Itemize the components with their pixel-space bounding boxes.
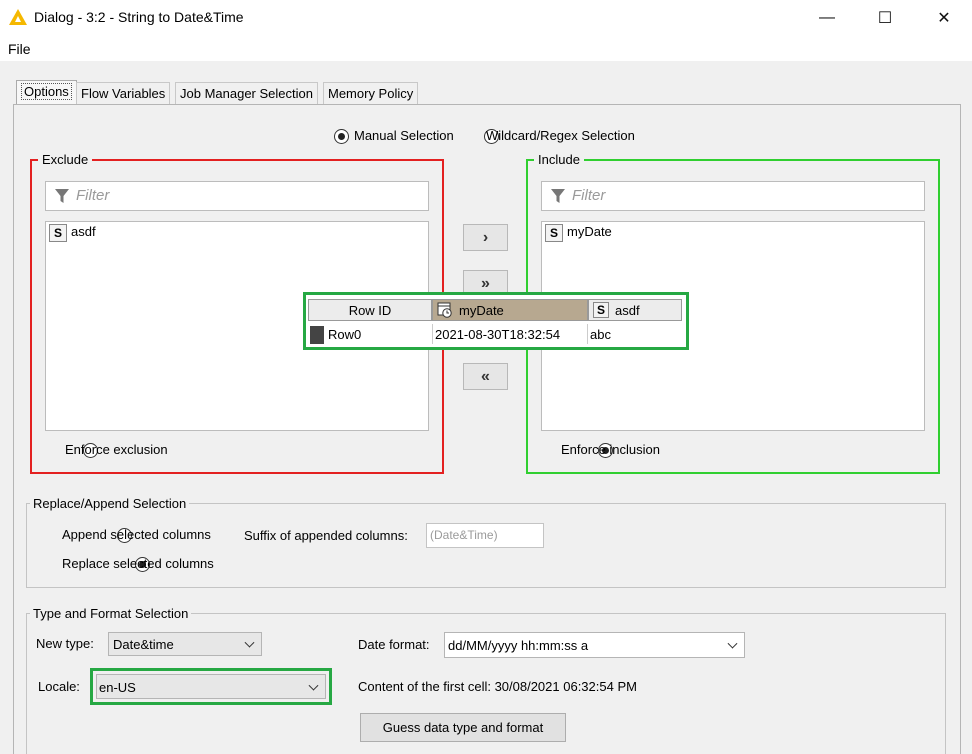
new-type-label: New type: xyxy=(36,636,94,651)
enforce-inclusion-label: Enforce inclusion xyxy=(561,442,660,457)
tab-label: Options xyxy=(21,83,72,100)
tab-memory-policy[interactable]: Memory Policy xyxy=(323,82,419,104)
asdf-cell: abc xyxy=(587,324,611,344)
tab-options[interactable]: Options xyxy=(16,80,77,105)
type-format-title: Type and Format Selection xyxy=(30,606,192,621)
exclude-filter-input[interactable]: Filter xyxy=(45,181,429,211)
chevron-down-icon xyxy=(727,638,738,649)
new-type-select[interactable]: Date&time xyxy=(108,632,262,656)
enforce-exclusion-label: Enforce exclusion xyxy=(65,442,168,457)
manual-selection-radio[interactable] xyxy=(334,129,349,144)
asdf-header: S asdf xyxy=(588,299,682,321)
locale-highlight: en-US xyxy=(90,668,332,705)
exclude-list-item[interactable]: asdf xyxy=(71,224,96,239)
replace-columns-label: Replace selected columns xyxy=(62,556,214,571)
mydate-header-label: myDate xyxy=(459,302,504,318)
date-format-value: dd/MM/yyyy hh:mm:ss a xyxy=(448,638,589,653)
menu-file[interactable]: File xyxy=(8,41,31,57)
add-button[interactable]: › xyxy=(463,224,508,251)
filter-icon xyxy=(551,189,565,203)
suffix-label: Suffix of appended columns: xyxy=(244,528,408,543)
suffix-input[interactable]: (Date&Time) xyxy=(426,523,544,548)
wildcard-selection-label: Wildcard/Regex Selection xyxy=(486,128,635,143)
first-cell-content: Content of the first cell: 30/08/2021 06… xyxy=(358,679,637,694)
mydate-cell: 2021-08-30T18:32:54 xyxy=(432,324,560,344)
exclude-filter-placeholder: Filter xyxy=(76,187,110,204)
datetime-type-icon xyxy=(437,302,452,318)
row-marker xyxy=(310,326,324,344)
exclude-title: Exclude xyxy=(38,152,93,167)
include-title: Include xyxy=(534,152,584,167)
mydate-header: myDate xyxy=(432,299,588,321)
guess-format-button[interactable]: Guess data type and format xyxy=(360,713,566,742)
minimize-button[interactable]: — xyxy=(804,4,850,32)
string-type-icon: S xyxy=(49,224,67,242)
chevron-down-icon xyxy=(244,637,255,648)
filter-icon xyxy=(55,189,69,203)
knime-logo-icon xyxy=(9,9,27,25)
menu-bar xyxy=(0,36,972,61)
chevron-down-icon xyxy=(308,680,319,691)
close-button[interactable]: ✕ xyxy=(921,4,967,32)
date-format-label: Date format: xyxy=(358,637,430,652)
locale-select[interactable]: en-US xyxy=(96,674,326,699)
asdf-header-label: asdf xyxy=(615,302,640,318)
window-title: Dialog - 3:2 - String to Date&Time xyxy=(34,9,244,25)
append-columns-label: Append selected columns xyxy=(62,527,211,542)
include-filter-input[interactable]: Filter xyxy=(541,181,925,211)
row-id-cell: Row0 xyxy=(328,326,362,342)
date-format-select[interactable]: dd/MM/yyyy hh:mm:ss a xyxy=(444,632,745,658)
include-filter-placeholder: Filter xyxy=(572,187,606,204)
string-type-icon: S xyxy=(545,224,563,242)
include-list-item[interactable]: myDate xyxy=(567,224,612,239)
string-type-icon: S xyxy=(593,302,609,318)
maximize-button[interactable]: ☐ xyxy=(862,4,908,32)
locale-label: Locale: xyxy=(38,679,80,694)
tab-flow-variables[interactable]: Flow Variables xyxy=(76,82,171,104)
locale-value: en-US xyxy=(99,680,136,695)
tab-job-manager-selection[interactable]: Job Manager Selection xyxy=(175,82,318,104)
new-type-value: Date&time xyxy=(113,637,174,652)
remove-all-button[interactable]: « xyxy=(463,363,508,390)
replace-append-title: Replace/Append Selection xyxy=(30,496,190,511)
preview-table: Row ID myDate S asdf Row0 2021-08-30T18:… xyxy=(303,292,689,350)
row-id-header: Row ID xyxy=(308,299,432,321)
manual-selection-label: Manual Selection xyxy=(354,128,454,143)
